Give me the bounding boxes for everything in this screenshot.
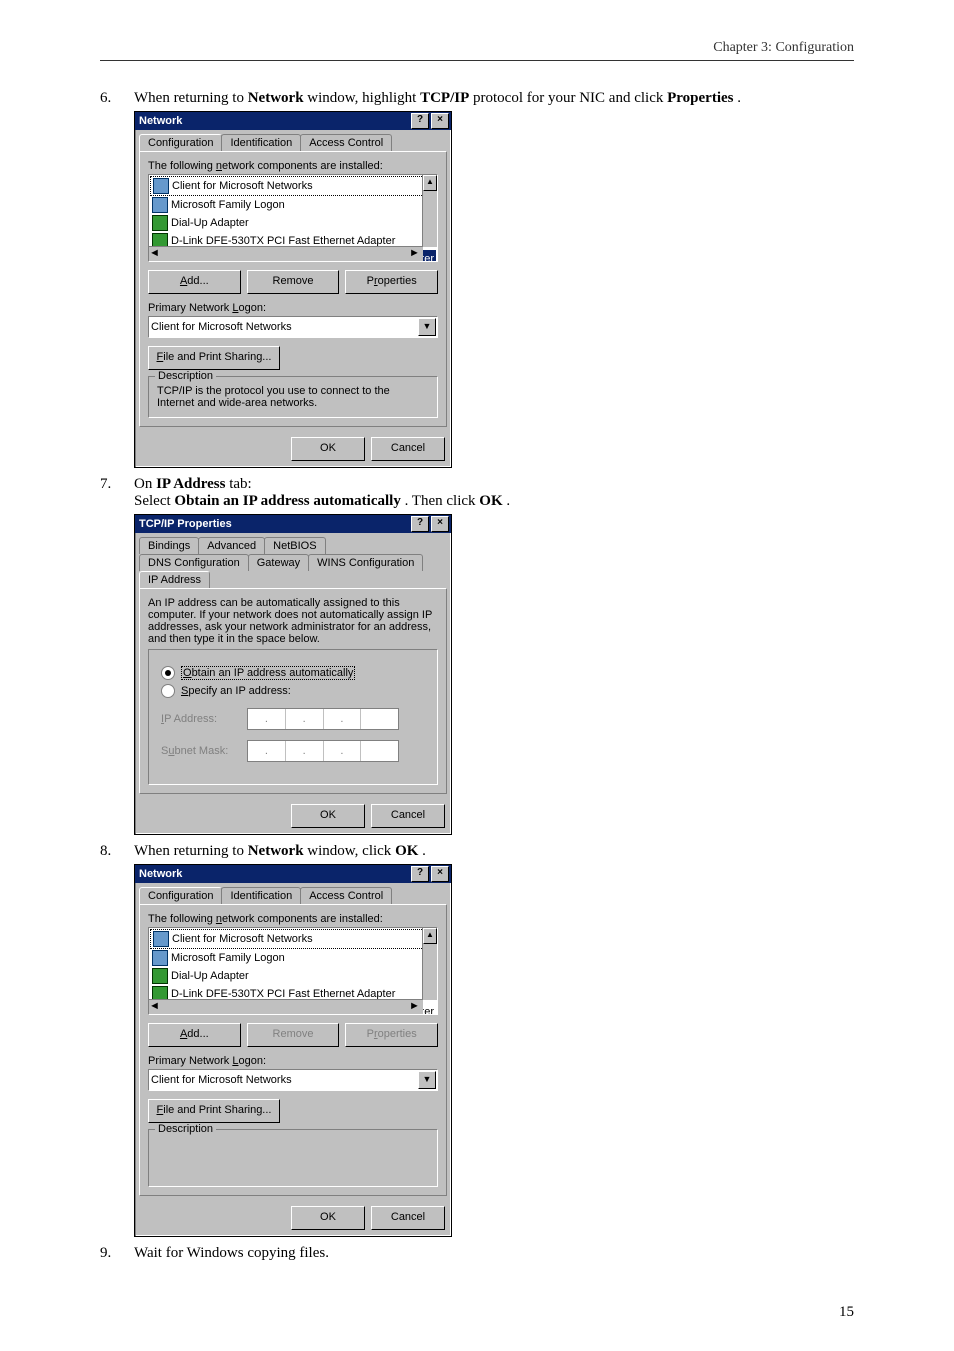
cancel-button[interactable]: Cancel — [371, 804, 445, 828]
close-icon[interactable]: × — [431, 866, 449, 882]
client-icon — [152, 197, 168, 213]
tab-identification[interactable]: Identification — [221, 134, 301, 151]
step-8: 8. When returning to Network window, cli… — [100, 843, 854, 860]
properties-button: Properties — [345, 1023, 438, 1047]
components-list[interactable]: Client for Microsoft Networks Microsoft … — [148, 174, 438, 262]
win1-title: Network — [137, 115, 409, 127]
tab-identification[interactable]: Identification — [221, 887, 301, 904]
help-icon[interactable]: ? — [411, 113, 429, 129]
radio-specify[interactable]: Specify an IP address: — [161, 684, 425, 698]
win3-title: Network — [137, 868, 409, 880]
file-print-sharing-button[interactable]: File and Print Sharing... — [148, 1099, 280, 1123]
radio-obtain-auto[interactable]: Obtain an IP address automatically — [161, 666, 425, 680]
close-icon[interactable]: × — [431, 113, 449, 129]
adapter-icon — [152, 968, 168, 984]
file-print-sharing-button[interactable]: File and Print Sharing... — [148, 346, 280, 370]
tab-ip-address[interactable]: IP Address — [139, 571, 210, 588]
description-group: Description TCP/IP is the protocol you u… — [148, 376, 438, 418]
close-icon[interactable]: × — [431, 516, 449, 532]
primary-logon-label: Primary Network Logon: — [148, 1055, 438, 1067]
tab-netbios[interactable]: NetBIOS — [264, 537, 325, 554]
components-list[interactable]: Client for Microsoft Networks Microsoft … — [148, 927, 438, 1015]
scroll-right-icon[interactable]: ► — [409, 247, 423, 261]
step-8-number: 8. — [100, 843, 134, 860]
tab-bindings[interactable]: Bindings — [139, 537, 199, 554]
client-icon — [153, 178, 169, 194]
remove-button: Remove — [247, 1023, 340, 1047]
tab-access-control[interactable]: Access Control — [300, 134, 392, 151]
properties-button[interactable]: Properties — [345, 270, 438, 294]
help-icon[interactable]: ? — [411, 866, 429, 882]
chevron-down-icon[interactable]: ▼ — [418, 1071, 436, 1089]
client-icon — [152, 950, 168, 966]
help-icon[interactable]: ? — [411, 516, 429, 532]
header-rule — [100, 60, 854, 61]
cancel-button[interactable]: Cancel — [371, 437, 445, 461]
network-dialog-2: Network ? × Configuration Identification… — [134, 864, 452, 1237]
chapter-header: Chapter 3: Configuration — [713, 40, 854, 56]
primary-logon-select[interactable]: Client for Microsoft Networks ▼ — [148, 1069, 438, 1091]
tab-wins[interactable]: WINS Configuration — [308, 554, 423, 571]
components-label: The following network components are ins… — [148, 913, 438, 925]
add-button[interactable]: Add... — [148, 270, 241, 294]
step-6-text: When returning to Network window, highli… — [134, 90, 854, 107]
chevron-down-icon[interactable]: ▼ — [418, 318, 436, 336]
ok-button[interactable]: OK — [291, 1206, 365, 1230]
win2-title: TCP/IP Properties — [137, 518, 409, 530]
primary-logon-label: Primary Network Logon: — [148, 302, 438, 314]
scroll-right-icon[interactable]: ► — [409, 1000, 423, 1014]
tcpip-dialog: TCP/IP Properties ? × Bindings Advanced … — [134, 514, 452, 835]
step-7-number: 7. — [100, 476, 134, 493]
scroll-up-icon[interactable]: ▲ — [423, 175, 437, 191]
step-7: 7. On IP Address tab: — [100, 476, 854, 493]
adapter-icon — [152, 215, 168, 231]
scroll-up-icon[interactable]: ▲ — [423, 928, 437, 944]
ip-address-input: ... — [247, 708, 399, 730]
ip-help-text: An IP address can be automatically assig… — [148, 597, 438, 645]
step-9-number: 9. — [100, 1245, 134, 1262]
tab-access-control[interactable]: Access Control — [300, 887, 392, 904]
step-7-line1: On IP Address tab: — [134, 476, 854, 493]
tab-configuration[interactable]: Configuration — [139, 134, 222, 151]
ok-button[interactable]: OK — [291, 437, 365, 461]
step-9-text: Wait for Windows copying files. — [134, 1245, 854, 1262]
cancel-button[interactable]: Cancel — [371, 1206, 445, 1230]
description-group: Description — [148, 1129, 438, 1187]
remove-button[interactable]: Remove — [247, 270, 340, 294]
primary-logon-select[interactable]: Client for Microsoft Networks ▼ — [148, 316, 438, 338]
scroll-left-icon[interactable]: ◄ — [149, 247, 163, 261]
step-6-number: 6. — [100, 90, 134, 107]
tab-gateway[interactable]: Gateway — [248, 554, 309, 571]
ok-button[interactable]: OK — [291, 804, 365, 828]
subnet-mask-input: ... — [247, 740, 399, 762]
tab-advanced[interactable]: Advanced — [198, 537, 265, 554]
add-button[interactable]: Add... — [148, 1023, 241, 1047]
subnet-mask-label: Subnet Mask: — [161, 745, 247, 757]
tab-configuration[interactable]: Configuration — [139, 887, 222, 904]
ip-address-label: IP Address: — [161, 713, 247, 725]
client-icon — [153, 931, 169, 947]
components-label: The following network components are ins… — [148, 160, 438, 172]
tab-dns[interactable]: DNS Configuration — [139, 554, 249, 571]
step-9: 9. Wait for Windows copying files. — [100, 1245, 854, 1262]
step-6: 6. When returning to Network window, hig… — [100, 90, 854, 107]
step-7-line2: Select Obtain an IP address automaticall… — [134, 493, 854, 510]
page-number: 15 — [839, 1304, 854, 1321]
scroll-left-icon[interactable]: ◄ — [149, 1000, 163, 1014]
step-8-text: When returning to Network window, click … — [134, 843, 854, 860]
network-dialog-1: Network ? × Configuration Identification… — [134, 111, 452, 468]
